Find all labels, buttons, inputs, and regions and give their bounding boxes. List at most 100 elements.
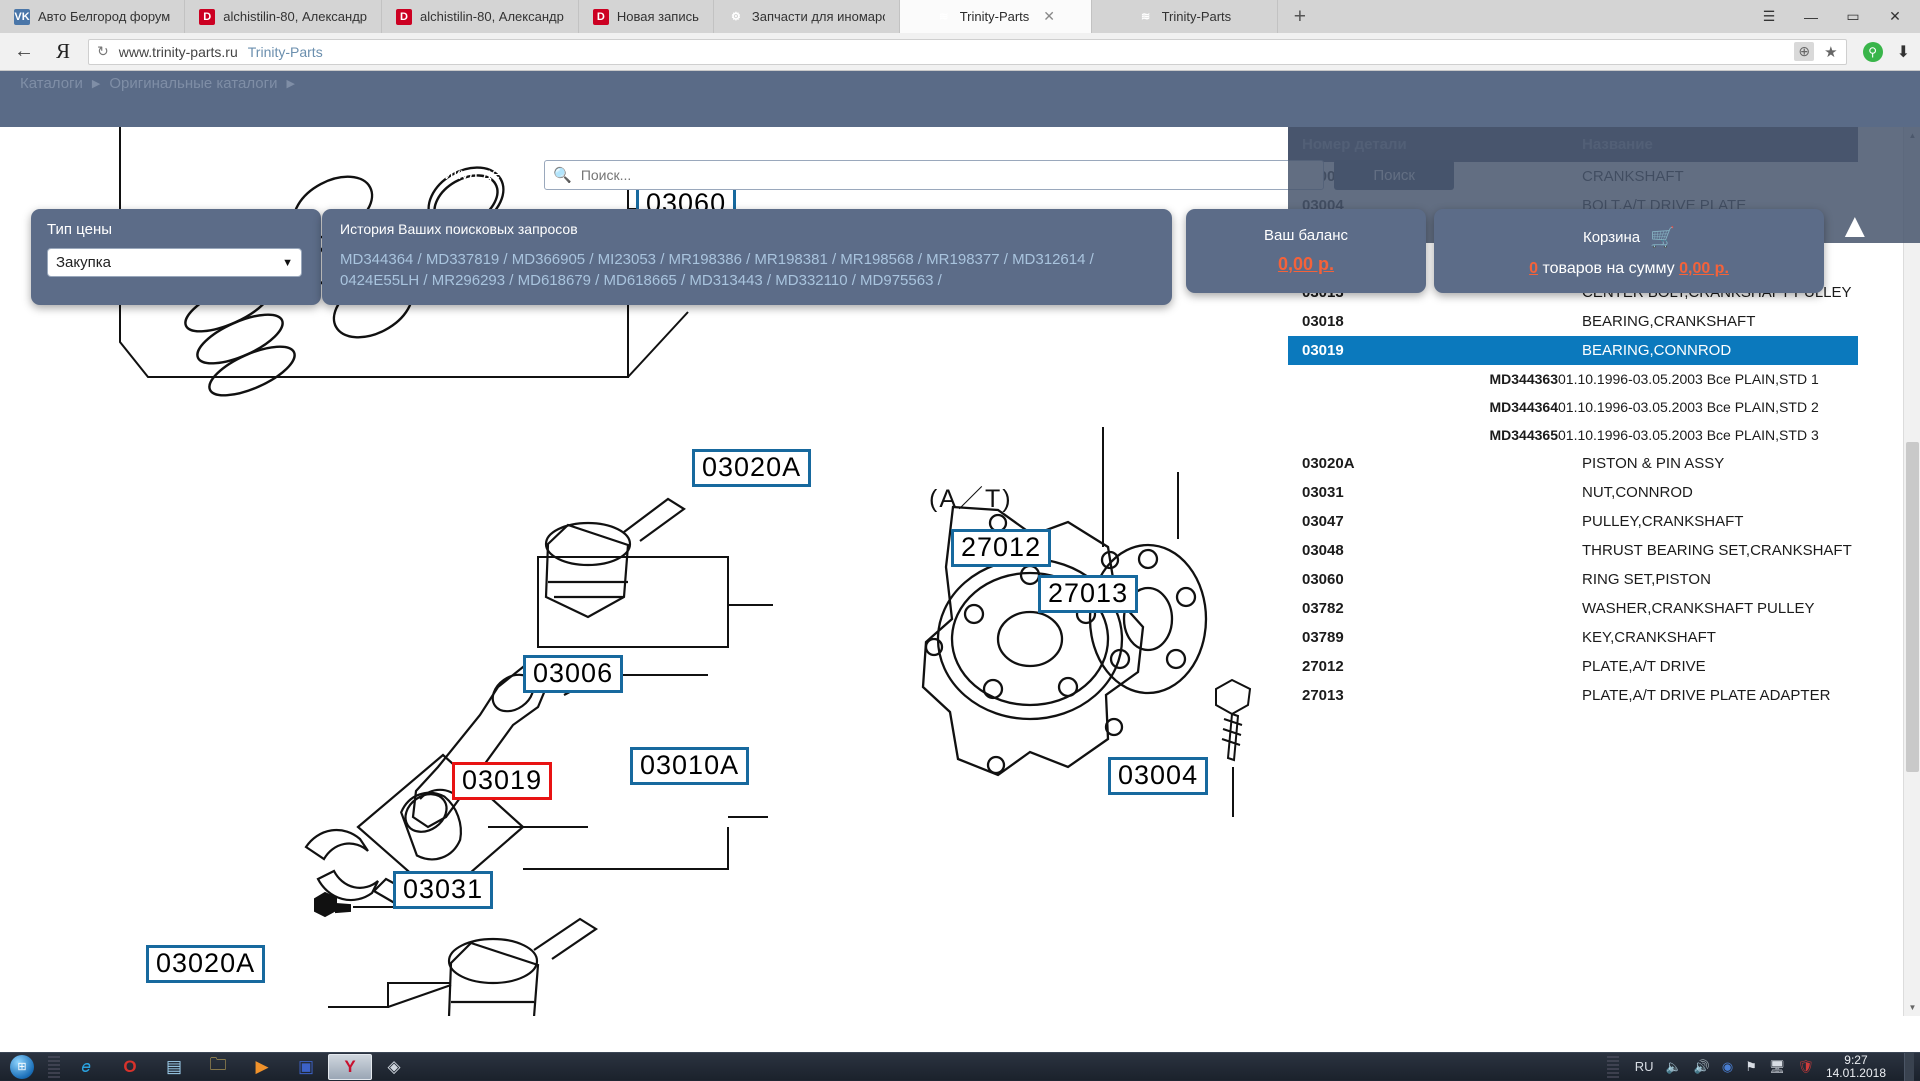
diagram-callout-27012[interactable]: 27012 — [951, 529, 1052, 568]
antivirus-icon[interactable]: 🛡 — [1797, 1059, 1814, 1075]
part-name: KEY,CRANKSHAFT — [1582, 629, 1716, 646]
tray-grip — [1606, 1055, 1619, 1078]
table-row[interactable]: 03047 PULLEY,CRANKSHAFT — [1288, 507, 1858, 536]
diagram-callout-03020A-lower[interactable]: 03020A — [146, 945, 266, 984]
scrollbar-thumb[interactable] — [1906, 442, 1919, 772]
globe-icon[interactable]: ⊕ — [1794, 42, 1815, 61]
table-row[interactable]: 03782 WASHER,CRANKSHAFT PULLEY — [1288, 594, 1858, 623]
browser-tab-3[interactable]: D Новая запись — [578, 0, 714, 33]
diagram-callout-03010A[interactable]: 03010A — [630, 747, 750, 786]
bookmark-star-icon[interactable]: ★ — [1824, 43, 1837, 61]
volume-mute-icon[interactable]: 🔈 — [1666, 1059, 1682, 1075]
table-row[interactable]: 03020A PISTON & PIN ASSY — [1288, 449, 1858, 478]
explorer-icon[interactable]: 🗀 — [196, 1054, 240, 1080]
chrome-update-icon[interactable]: ◉ — [1722, 1059, 1733, 1075]
trinity-icon: ≋ — [939, 11, 949, 23]
breadcrumb-item-original-catalogs[interactable]: Оригинальные каталоги — [109, 75, 277, 92]
start-button[interactable]: ⊞ — [0, 1053, 44, 1081]
tab-title: Trinity-Parts — [959, 9, 1030, 24]
part-name: PULLEY,CRANKSHAFT — [1582, 513, 1744, 530]
internet-explorer-icon[interactable]: 𝑒 — [64, 1054, 108, 1080]
table-row[interactable]: 03060 RING SET,PISTON — [1288, 565, 1858, 594]
calculator-icon[interactable]: ▤ — [152, 1054, 196, 1080]
sub-part-row[interactable]: MD344364 01.10.1996-03.05.2003 Все PLAIN… — [1288, 393, 1858, 421]
yandex-browser-icon[interactable]: Y — [328, 1053, 372, 1080]
table-row[interactable]: 03018 BEARING,CRANKSHAFT — [1288, 307, 1858, 336]
diagram-callout-03031[interactable]: 03031 — [393, 871, 494, 910]
chevron-down-icon: ▼ — [282, 256, 293, 269]
yandex-logo-icon[interactable]: Я — [48, 39, 78, 64]
flag-icon[interactable]: ⚑ — [1745, 1059, 1757, 1075]
diagram-callout-03006[interactable]: 03006 — [523, 655, 624, 694]
part-name: WASHER,CRANKSHAFT PULLEY — [1582, 600, 1815, 617]
back-button[interactable]: ← — [10, 40, 38, 63]
search-history-queries-line-1[interactable]: MD344364 / MD337819 / MD366905 / MI23053… — [340, 249, 1154, 270]
collapse-panels-button[interactable]: ▲ — [1838, 209, 1872, 243]
table-row[interactable]: 27013 PLATE,A/T DRIVE PLATE ADAPTER — [1288, 681, 1858, 710]
table-row[interactable]: 27012 PLATE,A/T DRIVE — [1288, 652, 1858, 681]
part-name: THRUST BEARING SET,CRANKSHAFT — [1582, 542, 1852, 559]
price-type-select[interactable]: Закупка ▼ — [47, 248, 302, 277]
chevron-right-icon: ▶ — [286, 78, 295, 90]
sub-part-row[interactable]: MD344363 01.10.1996-03.05.2003 Все PLAIN… — [1288, 365, 1858, 393]
cart-panel[interactable]: Корзина 🛒 0 товаров на сумму 0,00 р. — [1434, 209, 1824, 293]
balance-panel[interactable]: Ваш баланс 0,00 р. — [1186, 209, 1426, 293]
browser-tab-5[interactable]: ≋ Trinity-Parts ✕ — [899, 0, 1092, 33]
site-header: Каталоги ▶ Оригинальные каталоги ▶ — [0, 71, 1920, 127]
opera-icon[interactable]: O — [108, 1054, 152, 1080]
table-row[interactable]: 03031 NUT,CONNROD — [1288, 478, 1858, 507]
cart-summary: 0 товаров на сумму 0,00 р. — [1529, 260, 1729, 278]
new-tab-button[interactable]: + — [1277, 0, 1322, 33]
media-player-icon[interactable]: ▶ — [240, 1054, 284, 1080]
d-icon: D — [396, 8, 413, 25]
browser-tab-4[interactable]: ⚙ Запчасти для иномарок он — [713, 0, 900, 33]
part-name: PLATE,A/T DRIVE PLATE ADAPTER — [1582, 687, 1831, 704]
browser-menu-icon[interactable]: ☰ — [1748, 0, 1790, 33]
browser-tab-1[interactable]: D alchistilin-80, Александр — [185, 0, 383, 33]
diagram-callout-27013[interactable]: 27013 — [1038, 575, 1139, 614]
part-number: 03020A — [1302, 455, 1355, 472]
breadcrumb-item-catalogs[interactable]: Каталоги — [20, 75, 83, 92]
browser-tab-0[interactable]: VK Авто Белгород форум — [0, 0, 186, 33]
windows-logo-icon: ⊞ — [10, 1054, 34, 1079]
window-controls: ☰ — ▭ ✕ — [1748, 0, 1920, 33]
cart-label: Корзина — [1582, 228, 1641, 246]
close-tab-icon[interactable]: ✕ — [1043, 8, 1055, 25]
tab-strip: VK Авто Белгород форум D alchistilin-80,… — [0, 0, 1920, 33]
volume-icon[interactable]: 🔊 — [1694, 1059, 1710, 1075]
sub-part-row[interactable]: MD344365 01.10.1996-03.05.2003 Все PLAIN… — [1288, 421, 1858, 449]
diagram-callout-03019[interactable]: 03019 — [452, 762, 553, 801]
tab-title: Новая запись — [616, 9, 699, 24]
show-desktop-button[interactable] — [1904, 1052, 1914, 1081]
address-page-title: Trinity-Parts — [247, 43, 323, 60]
world-of-tanks-icon[interactable]: ◈ — [372, 1054, 416, 1080]
save-app-icon[interactable]: ▣ — [284, 1054, 328, 1080]
page-scrollbar[interactable]: ▲ ▼ — [1903, 127, 1920, 1016]
language-indicator[interactable]: RU — [1635, 1059, 1654, 1074]
table-row[interactable]: 03048 THRUST BEARING SET,CRANKSHAFT — [1288, 536, 1858, 565]
scroll-down-arrow-icon[interactable]: ▼ — [1904, 999, 1920, 1016]
close-window-button[interactable]: ✕ — [1874, 0, 1916, 33]
breadcrumb: Каталоги ▶ Оригинальные каталоги ▶ — [20, 75, 295, 92]
nav-right-actions: ⚲ ⬇ — [1857, 41, 1910, 62]
maximize-button[interactable]: ▭ — [1832, 0, 1874, 33]
table-row[interactable]: 03789 KEY,CRANKSHAFT — [1288, 623, 1858, 652]
table-row-selected[interactable]: 03019 BEARING,CONNROD — [1288, 336, 1858, 365]
diagram-callout-03004[interactable]: 03004 — [1108, 757, 1209, 796]
download-icon[interactable]: ⬇ — [1897, 42, 1910, 62]
browser-tab-2[interactable]: D alchistilin-80, Александр — [382, 0, 579, 33]
search-history-queries-line-2[interactable]: 0424E55LH / MR296293 / MD618679 / MD6186… — [340, 270, 1154, 291]
address-url: www.trinity-parts.ru — [118, 43, 238, 60]
sub-part-number: MD344365 — [1489, 427, 1559, 443]
price-type-panel: Тип цены Закупка ▼ — [31, 209, 321, 305]
shield-icon[interactable]: ⚲ — [1862, 41, 1883, 62]
tab-title: Авто Белгород форум — [38, 9, 171, 24]
clock[interactable]: 9:27 14.01.2018 — [1826, 1053, 1886, 1080]
part-number: 03018 — [1302, 313, 1344, 330]
reload-icon[interactable]: ↻ — [97, 43, 109, 60]
diagram-callout-03020A-upper[interactable]: 03020A — [692, 449, 812, 488]
browser-tab-6[interactable]: ≋ Trinity-Parts — [1091, 0, 1278, 33]
network-icon[interactable]: 🖥 — [1769, 1059, 1786, 1075]
minimize-button[interactable]: — — [1790, 0, 1832, 33]
address-bar[interactable]: ↻ www.trinity-parts.ru Trinity-Parts ⊕ ★ — [88, 38, 1847, 65]
